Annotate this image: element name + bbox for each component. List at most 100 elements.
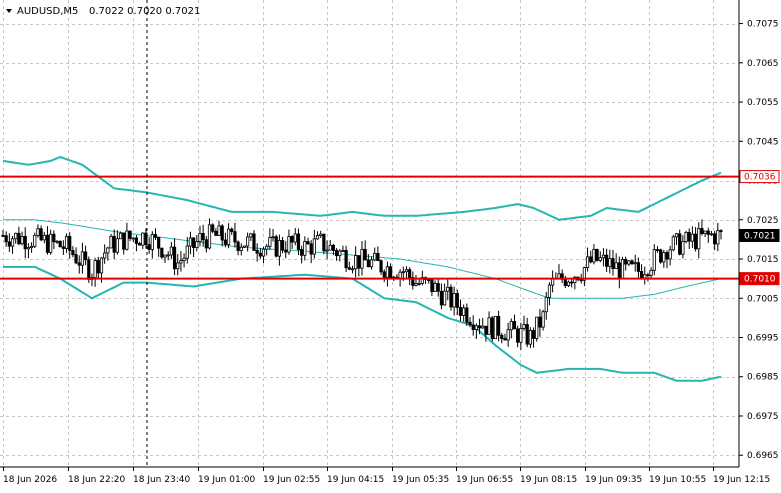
candle-body <box>639 271 644 279</box>
candle-body <box>182 257 186 261</box>
candle-body <box>188 237 193 247</box>
candle-body <box>681 241 685 255</box>
candle-body <box>506 329 510 341</box>
candle-body <box>141 232 145 246</box>
candle-body <box>433 283 437 292</box>
candle-body <box>589 256 593 263</box>
candle-body <box>153 234 158 238</box>
candle-body <box>185 245 189 259</box>
time-tick-label: 19 Jun 09:35 <box>585 475 642 485</box>
chart-canvas[interactable]: 0.70750.70650.70550.70450.70350.70250.70… <box>0 0 781 489</box>
candle-body <box>373 252 377 261</box>
candle-body <box>344 250 348 269</box>
candle-body <box>713 233 717 245</box>
candle-body <box>239 246 243 251</box>
candle-body <box>671 236 675 251</box>
candle-body <box>252 233 256 251</box>
candle-body <box>7 241 11 247</box>
candle-body <box>198 233 202 242</box>
chart-header: AUDUSD,M5 0.7022 0.7020 0.7021 <box>6 6 200 17</box>
candle-body <box>265 245 269 250</box>
candle-body <box>703 230 707 235</box>
candle-body <box>230 228 234 233</box>
candle-body <box>655 249 660 251</box>
price-tick-label: 0.6995 <box>747 333 779 343</box>
trading-chart[interactable]: 0.70750.70650.70550.70450.70350.70250.70… <box>0 0 781 489</box>
candle-body <box>570 281 574 284</box>
candle-body <box>163 254 167 258</box>
candle-body <box>449 286 453 308</box>
level-badge-2-text: 0.7010 <box>744 275 776 285</box>
candle-body <box>306 241 310 245</box>
candle-body <box>484 325 488 335</box>
candle-body <box>87 259 91 280</box>
candle-body <box>452 293 456 308</box>
candle-body <box>45 234 50 253</box>
candle-body <box>341 250 345 252</box>
candle-body <box>271 236 275 239</box>
candle-body <box>211 224 215 232</box>
time-tick-label: 18 Jun 2026 <box>3 475 57 485</box>
candle-body <box>535 316 539 339</box>
candle-body <box>446 286 450 292</box>
candle-body <box>700 228 704 235</box>
candle-body <box>150 234 154 250</box>
candle-body <box>541 311 545 328</box>
candle-body <box>487 317 491 335</box>
candle-body <box>93 260 97 278</box>
candle-body <box>665 252 669 260</box>
candle-body <box>430 279 434 292</box>
candle-body <box>74 254 78 264</box>
candle-body <box>322 233 326 252</box>
candle-body <box>138 243 142 246</box>
candle-body <box>662 252 666 263</box>
candle-body <box>319 233 323 236</box>
candle-body <box>388 266 393 279</box>
candle-body <box>531 330 536 339</box>
candle-body <box>646 274 650 277</box>
candle-body <box>293 233 297 243</box>
candle-body <box>49 233 53 253</box>
time-tick-label: 19 Jun 08:15 <box>520 475 577 485</box>
candle-body <box>598 257 602 261</box>
candle-body <box>125 230 129 250</box>
candle-body <box>382 271 386 278</box>
candle-body <box>331 244 336 251</box>
candle-body <box>503 338 507 341</box>
candle-body <box>706 230 710 235</box>
time-tick-label: 19 Jun 02:55 <box>263 475 320 485</box>
candle-body <box>284 249 288 253</box>
candle-body <box>439 290 444 306</box>
candle-body <box>643 274 647 279</box>
candle-body <box>709 233 714 236</box>
candle-body <box>128 230 132 239</box>
candle-body <box>29 245 34 248</box>
candle-body <box>652 249 656 271</box>
time-tick-label: 19 Jun 04:15 <box>327 475 384 485</box>
candle-body <box>246 236 250 247</box>
candle-body <box>147 244 151 250</box>
candle-body <box>617 262 621 280</box>
ohlc-values: 0.7022 0.7020 0.7021 <box>89 6 200 17</box>
candle-body <box>334 250 339 257</box>
candle-body <box>659 249 663 263</box>
candle-body <box>233 231 237 243</box>
candle-body <box>436 283 440 292</box>
candle-body <box>166 254 170 257</box>
candle-body <box>112 235 116 253</box>
time-tick-label: 19 Jun 06:55 <box>456 475 513 485</box>
candle-body <box>217 225 221 236</box>
candle-body <box>465 307 469 323</box>
time-tick-label: 19 Jun 12:15 <box>713 475 770 485</box>
candle-body <box>462 307 466 316</box>
candle-body <box>80 251 85 266</box>
candle-body <box>522 324 526 329</box>
candle-body <box>109 235 113 249</box>
candle-body <box>379 260 383 273</box>
candle-body <box>99 257 104 274</box>
candle-body <box>214 230 218 236</box>
candle-body <box>649 269 653 276</box>
candle-body <box>242 245 247 248</box>
candle-body <box>516 328 520 343</box>
candle-body <box>385 266 390 278</box>
